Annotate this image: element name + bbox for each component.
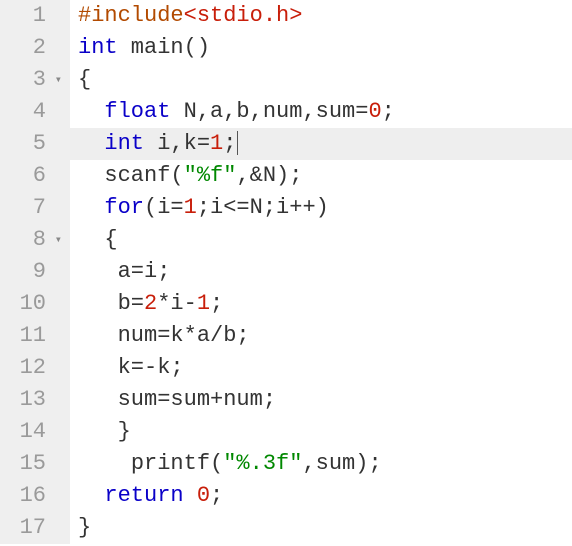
code-line[interactable]: { [70,64,572,96]
code-line[interactable]: printf("%.3f",sum); [70,448,572,480]
keyword-token: for [104,195,144,220]
code-text: N,a,b,num,sum= [170,99,368,124]
keyword-token: int [78,35,118,60]
line-number: 10 [0,288,60,320]
code-line[interactable]: num=k*a/b; [70,320,572,352]
code-text: ; [210,483,223,508]
text-cursor [237,131,238,155]
line-number: 9 [0,256,60,288]
code-line[interactable]: sum=sum+num; [70,384,572,416]
code-text: } [78,515,91,540]
line-number: 2 [0,32,60,64]
number-token: 1 [197,291,210,316]
string-token: "%f" [184,163,237,188]
line-number: 16 [0,480,60,512]
code-line[interactable]: #include<stdio.h> [70,0,572,32]
code-area[interactable]: #include<stdio.h> int main() { float N,a… [70,0,572,544]
code-text: { [104,227,117,252]
code-line[interactable]: b=2*i-1; [70,288,572,320]
line-number: 13 [0,384,60,416]
number-token: 1 [210,131,223,156]
code-text: { [78,67,91,92]
line-number: 6 [0,160,60,192]
line-number[interactable]: 3 [0,64,60,96]
number-token: 2 [144,291,157,316]
code-line[interactable]: int main() [70,32,572,64]
code-text: ;i<=N;i++) [197,195,329,220]
function-token: scanf [104,163,170,188]
code-text: (i= [144,195,184,220]
number-token: 0 [368,99,381,124]
line-number: 11 [0,320,60,352]
code-text: i,k= [144,131,210,156]
line-number: 4 [0,96,60,128]
code-text: ; [289,163,302,188]
keyword-token: int [104,131,144,156]
line-number: 5 [0,128,60,160]
code-editor: 1 2 3 4 5 6 7 8 9 10 11 12 13 14 15 16 1… [0,0,572,544]
code-line[interactable]: float N,a,b,num,sum=0; [70,96,572,128]
line-number: 12 [0,352,60,384]
code-text: ; [210,291,223,316]
code-line[interactable]: } [70,512,572,544]
line-number: 7 [0,192,60,224]
number-token: 1 [184,195,197,220]
code-text: ,&N) [236,163,289,188]
code-text: ; [382,99,395,124]
code-line[interactable]: } [70,416,572,448]
code-line[interactable]: a=i; [70,256,572,288]
line-number: 15 [0,448,60,480]
code-text: } [104,419,130,444]
code-text: ( [170,163,183,188]
line-number-gutter: 1 2 3 4 5 6 7 8 9 10 11 12 13 14 15 16 1… [0,0,70,544]
code-text: b= [104,291,144,316]
code-text: ; [368,451,381,476]
code-line[interactable]: return 0; [70,480,572,512]
line-number: 17 [0,512,60,544]
keyword-token: return [104,483,183,508]
code-text: *i- [157,291,197,316]
code-text: k=-k; [104,355,183,380]
code-line[interactable]: { [70,224,572,256]
code-text: num=k*a/b; [104,323,249,348]
line-number: 1 [0,0,60,32]
number-token: 0 [197,483,210,508]
code-line-active[interactable]: int i,k=1; [70,128,572,160]
line-number: 14 [0,416,60,448]
include-header-token: <stdio.h> [184,3,303,28]
code-text: sum=sum+num; [104,387,276,412]
line-number[interactable]: 8 [0,224,60,256]
code-text: main() [118,35,210,60]
code-line[interactable]: k=-k; [70,352,572,384]
code-text [184,483,197,508]
code-line[interactable]: scanf("%f",&N); [70,160,572,192]
code-text: a=i; [104,259,170,284]
code-text: ; [223,131,236,156]
function-token: printf [131,451,210,476]
code-line[interactable]: for(i=1;i<=N;i++) [70,192,572,224]
string-token: "%.3f" [223,451,302,476]
keyword-token: float [104,99,170,124]
code-text: ,sum) [302,451,368,476]
preprocessor-token: #include [78,3,184,28]
code-text: ( [210,451,223,476]
